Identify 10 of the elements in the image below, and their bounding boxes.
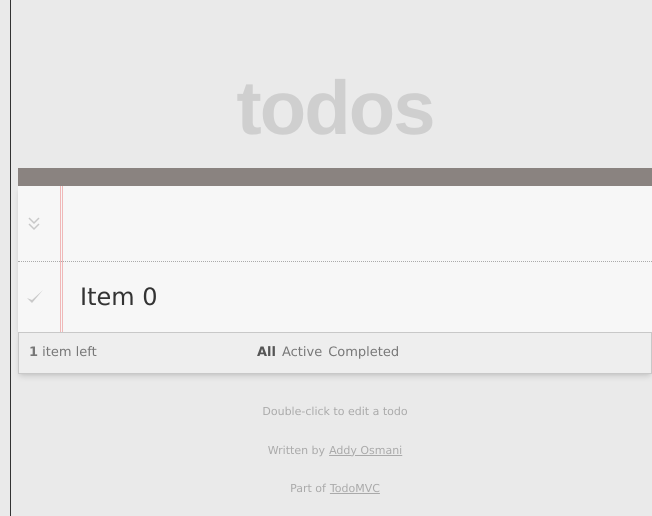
- filter-link[interactable]: All: [257, 343, 276, 363]
- check-icon[interactable]: [26, 289, 44, 305]
- filter-link[interactable]: Active: [282, 343, 322, 363]
- toggle-all-icon[interactable]: [28, 216, 40, 230]
- info-hint: Double-click to edit a todo: [262, 404, 408, 420]
- credit-text: Part of: [290, 481, 326, 497]
- filter-link[interactable]: Completed: [328, 343, 400, 363]
- items-left-count: 1 item left: [29, 344, 97, 362]
- credit-text: Written by: [268, 442, 326, 458]
- todo-label: Item 0: [80, 282, 158, 313]
